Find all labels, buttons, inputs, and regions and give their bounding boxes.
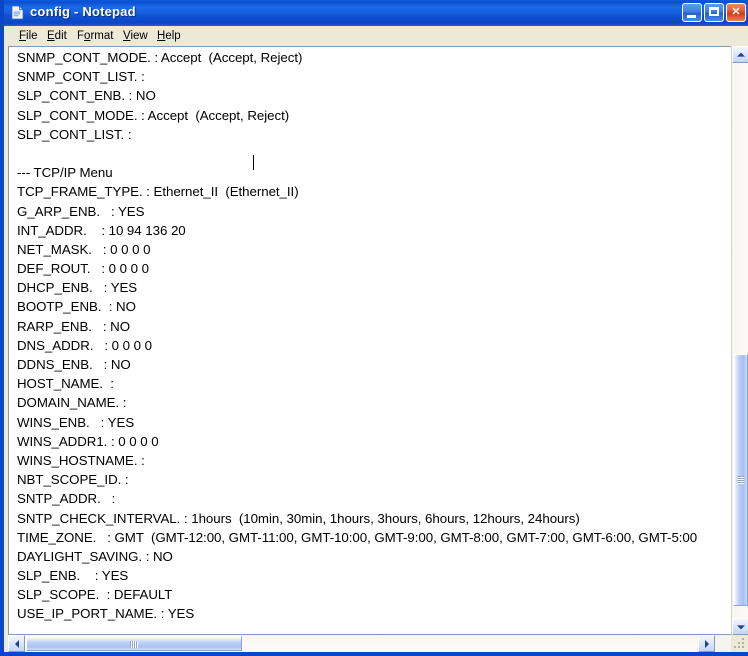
text-line: SLP_CONT_LIST. :	[17, 126, 132, 142]
text-line: WINS_ADDR1. : 0 0 0 0	[17, 433, 159, 449]
text-line: SLP_SCOPE. : DEFAULT	[17, 587, 173, 603]
document-text[interactable]: SNMP_CONT_MODE. : Accept (Accept, Reject…	[17, 48, 731, 624]
maximize-button[interactable]	[704, 3, 724, 22]
title-bar[interactable]: config - Notepad ✕	[4, 0, 748, 26]
menu-item-edit[interactable]: Edit	[42, 29, 72, 43]
text-line: INT_ADDR. : 10 94 136 20	[17, 222, 186, 238]
thumb-grip-icon	[130, 641, 138, 648]
scroll-up-button[interactable]	[732, 46, 748, 63]
notepad-document-icon	[11, 5, 25, 20]
text-line: WINS_HOSTNAME. :	[17, 452, 145, 468]
text-line: NET_MASK. : 0 0 0 0	[17, 241, 151, 257]
client-area: SNMP_CONT_MODE. : Accept (Accept, Reject…	[8, 46, 748, 652]
text-line: DDNS_ENB. : NO	[17, 357, 131, 372]
chevron-up-icon	[736, 52, 745, 57]
text-line: TIME_ZONE. : GMT (GMT-12:00, GMT-11:00, …	[17, 529, 698, 545]
text-line: SLP_CONT_ENB. : NO	[17, 88, 156, 104]
vertical-scroll-thumb[interactable]	[733, 354, 748, 606]
menu-item-help[interactable]: Help	[152, 29, 186, 43]
menu-bar: File Edit Format View Help	[8, 26, 748, 46]
text-line: RARP_ENB. : NO	[17, 318, 130, 334]
resize-grip[interactable]	[731, 635, 748, 652]
text-line: DAYLIGHT_SAVING. : NO	[17, 548, 173, 564]
menu-item-file[interactable]: File	[14, 29, 43, 43]
minimize-button[interactable]	[682, 3, 702, 22]
text-line	[17, 144, 731, 163]
text-line: --- TCP/IP Menu	[17, 165, 113, 181]
text-line: BOOTP_ENB. : NO	[17, 299, 136, 315]
chevron-left-icon	[14, 639, 19, 648]
text-line: G_ARP_ENB. : YES	[17, 203, 145, 219]
vertical-scrollbar[interactable]	[731, 46, 748, 635]
text-line: SNMP_CONT_LIST. :	[17, 69, 145, 85]
text-line: SNMP_CONT_MODE. : Accept (Accept, Reject…	[17, 50, 303, 65]
text-line: SNTP_ADDR. :	[17, 491, 116, 507]
text-line: SNTP_CHECK_INTERVAL. : 1hours (10min, 30…	[17, 510, 580, 526]
text-line: WINS_ENB. : YES	[17, 414, 135, 430]
scroll-left-button[interactable]	[8, 635, 25, 652]
window-title: config - Notepad	[30, 4, 136, 19]
text-line: HOST_NAME. :	[17, 376, 114, 392]
thumb-grip-icon	[737, 476, 744, 484]
text-caret	[253, 155, 254, 170]
text-line: DHCP_ENB. : YES	[17, 280, 138, 296]
chevron-right-icon	[704, 639, 709, 648]
close-button[interactable]: ✕	[726, 3, 746, 22]
text-line: DEF_ROUT. : 0 0 0 0	[17, 261, 149, 277]
close-icon: ✕	[731, 6, 741, 18]
scroll-down-button[interactable]	[732, 618, 748, 635]
chevron-down-icon	[736, 624, 745, 629]
menu-item-format[interactable]: Format	[72, 29, 118, 43]
text-line: SLP_ENB. : YES	[17, 568, 129, 584]
maximize-icon	[709, 7, 719, 16]
text-line: NBT_SCOPE_ID. :	[17, 472, 129, 488]
notepad-window: config - Notepad ✕ File Edit Format View…	[0, 0, 748, 656]
text-line: SLP_CONT_MODE. : Accept (Accept, Reject)	[17, 107, 290, 123]
text-line: USE_IP_PORT_NAME. : YES	[17, 606, 195, 622]
horizontal-scroll-thumb[interactable]	[26, 636, 242, 651]
text-line: TCP_FRAME_TYPE. : Ethernet_II (Ethernet_…	[17, 184, 299, 200]
menu-item-view[interactable]: View	[118, 29, 153, 43]
text-line: DNS_ADDR. : 0 0 0 0	[17, 337, 152, 353]
minimize-icon	[687, 15, 696, 18]
horizontal-scrollbar[interactable]	[8, 635, 731, 652]
scroll-right-button[interactable]	[698, 635, 715, 652]
text-line: DOMAIN_NAME. :	[17, 395, 127, 411]
text-editor[interactable]: SNMP_CONT_MODE. : Accept (Accept, Reject…	[8, 46, 731, 635]
